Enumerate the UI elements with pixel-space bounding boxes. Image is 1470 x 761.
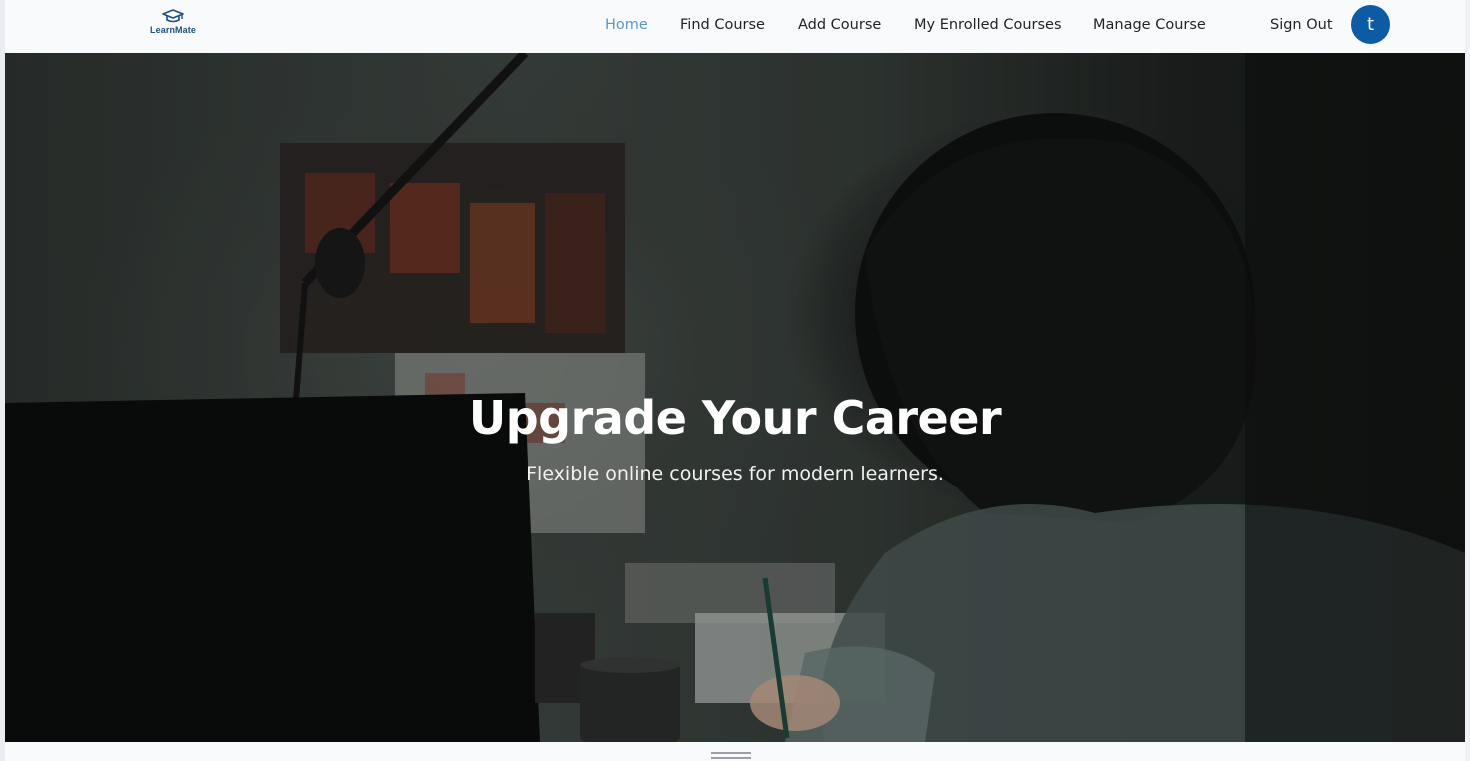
avatar-initial: t [1366, 14, 1375, 35]
nav-find-course[interactable]: Find Course [680, 17, 765, 33]
sign-out-button[interactable]: Sign Out [1270, 17, 1333, 33]
hero-banner: Upgrade Your Career Flexible online cour… [5, 53, 1465, 742]
nav-add-course[interactable]: Add Course [798, 17, 881, 33]
nav-home[interactable]: Home [605, 17, 648, 33]
top-navbar: LearnMate Home Find Course Add Course My… [5, 0, 1465, 53]
hero-subtitle: Flexible online courses for modern learn… [526, 463, 944, 485]
drag-handle-icon[interactable] [711, 752, 751, 760]
hero-title: Upgrade Your Career [468, 391, 1002, 445]
user-avatar[interactable]: t [1351, 5, 1390, 44]
window-right-edge [1465, 0, 1470, 761]
nav-menu: Home Find Course Add Course My Enrolled … [5, 0, 1465, 53]
nav-my-enrolled-courses[interactable]: My Enrolled Courses [914, 17, 1062, 33]
nav-manage-course[interactable]: Manage Course [1093, 17, 1206, 33]
